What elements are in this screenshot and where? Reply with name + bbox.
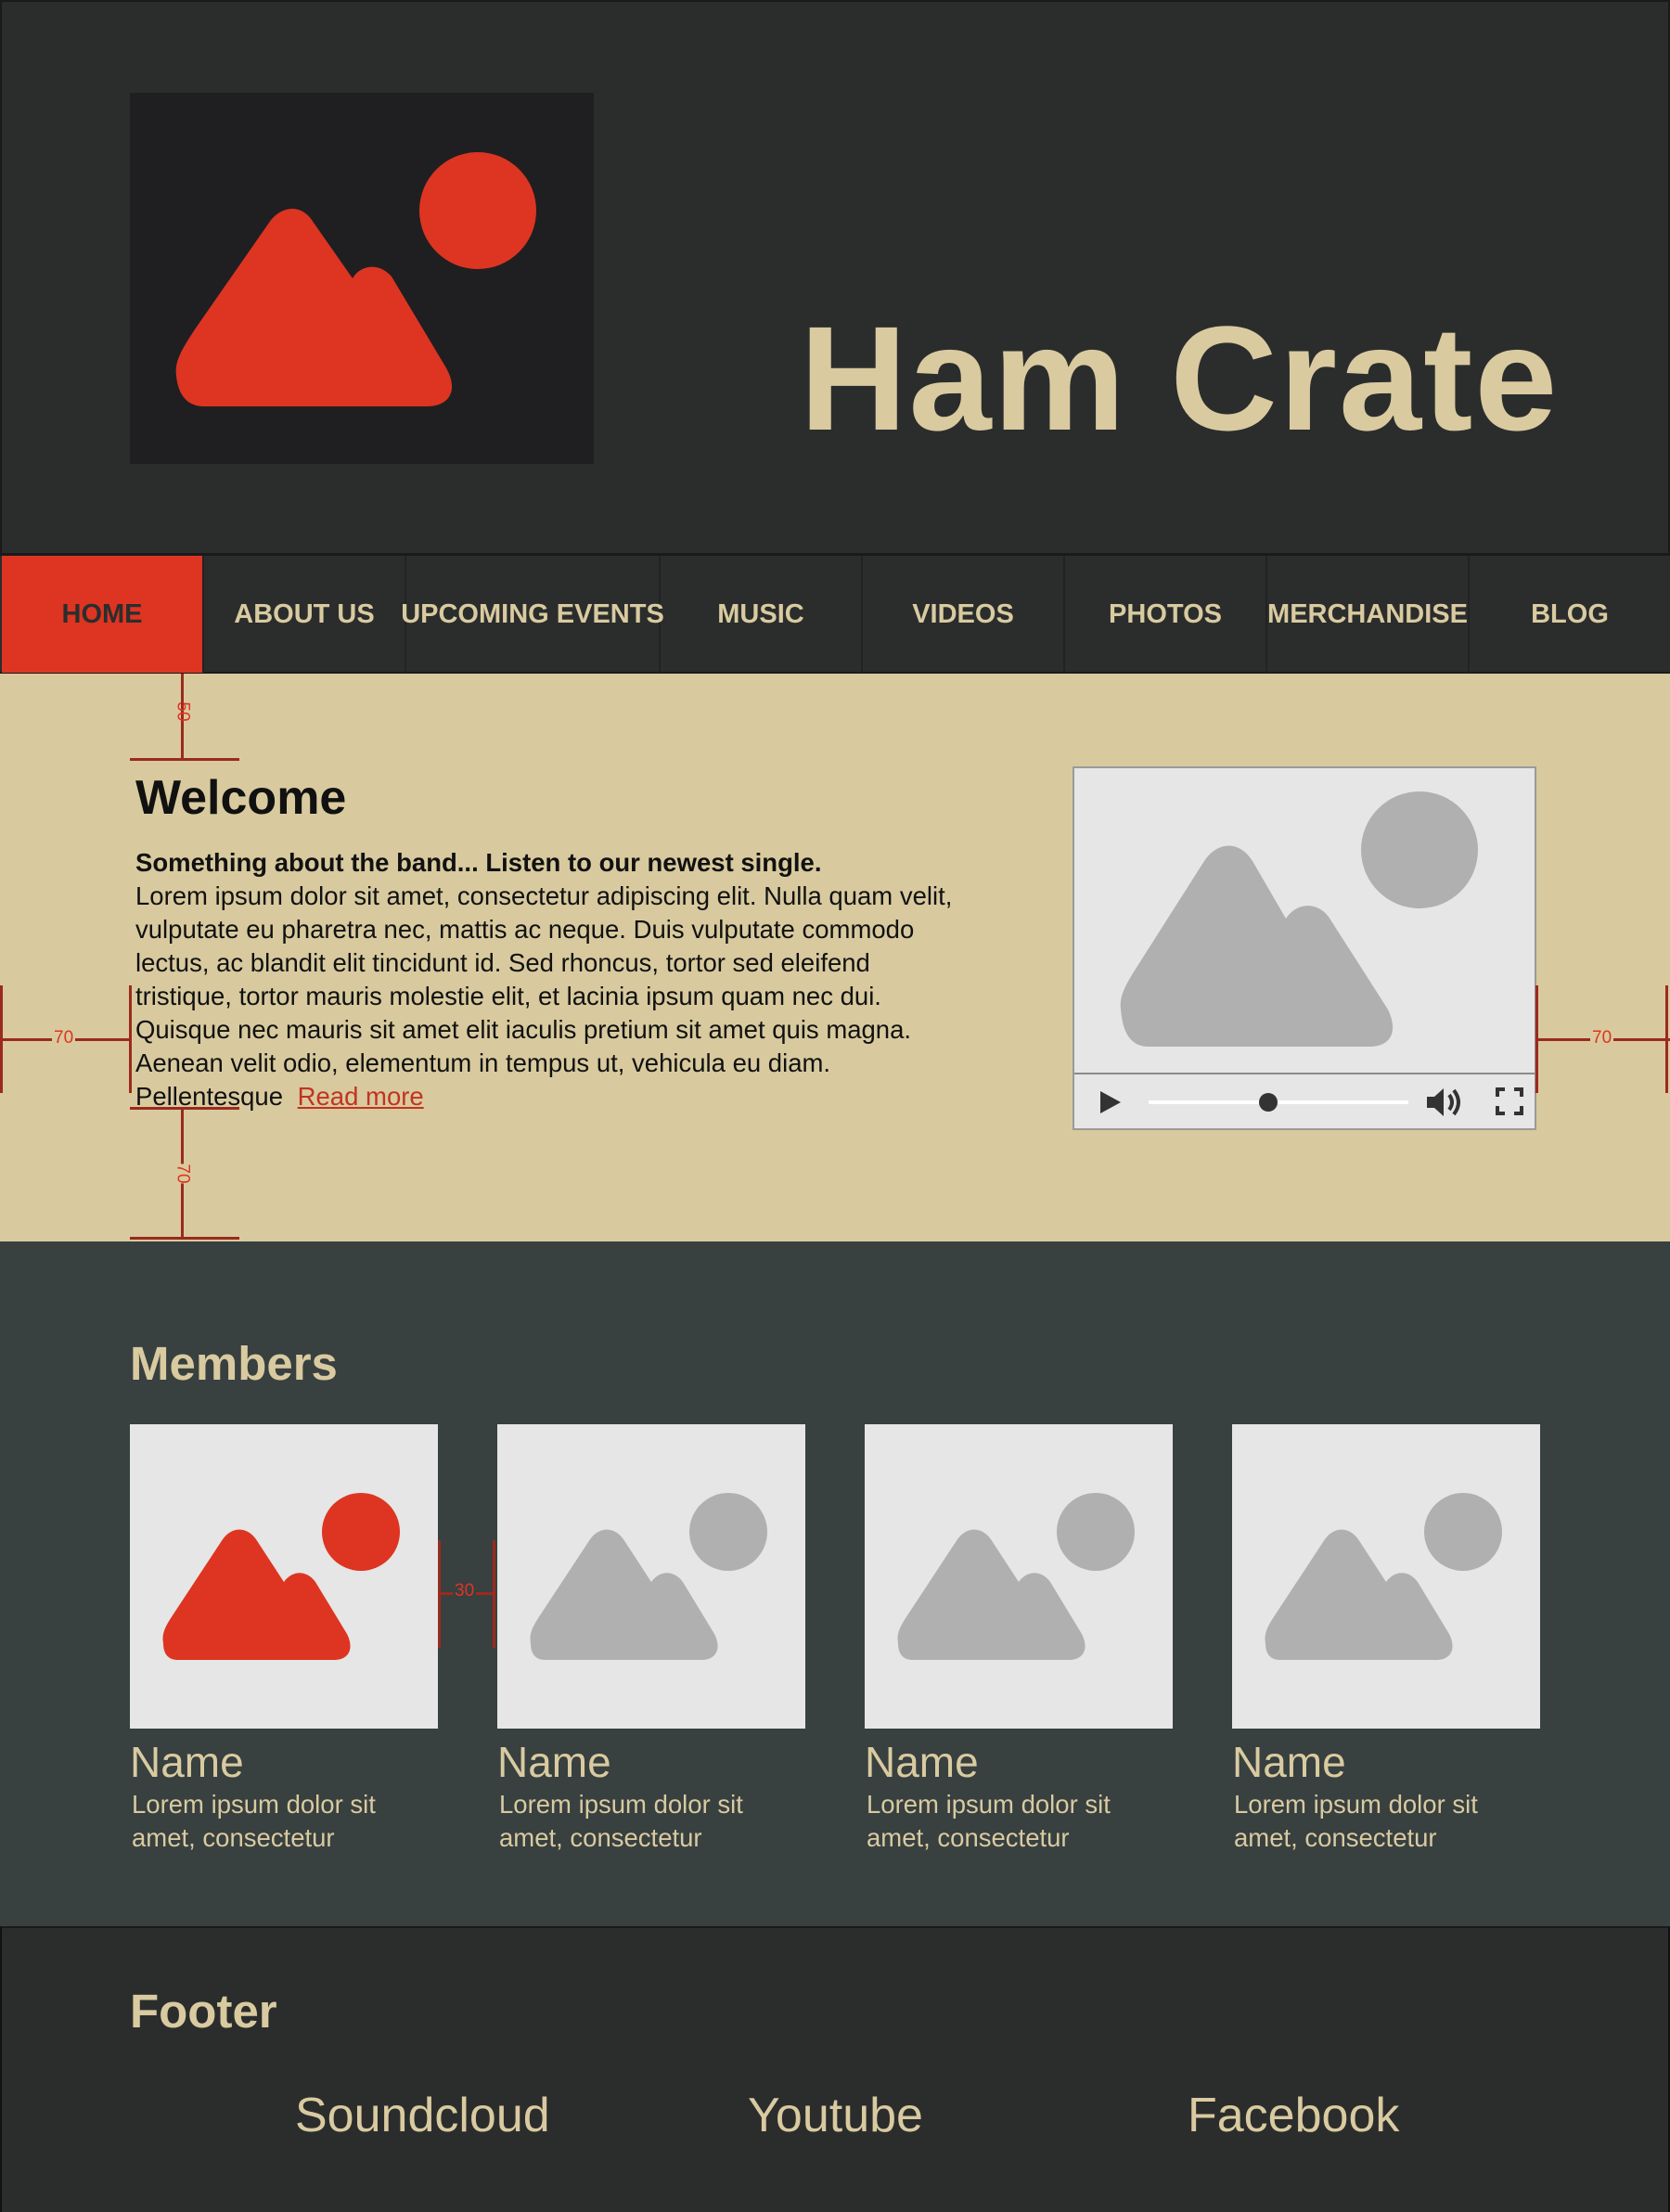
member-name: Name <box>497 1738 611 1786</box>
welcome-lead: Something about the band... Listen to ou… <box>135 848 822 877</box>
spacing-label-top: 50 <box>173 701 193 722</box>
play-icon[interactable] <box>1097 1089 1123 1115</box>
nav-item-music[interactable]: MUSIC <box>661 556 863 673</box>
video-player[interactable] <box>1073 766 1536 1130</box>
nav-item-upcoming-events[interactable]: UPCOMING EVENTS <box>401 556 664 673</box>
nav-item-home[interactable]: HOME <box>2 556 204 673</box>
footer-link-youtube[interactable]: Youtube <box>748 2088 923 2143</box>
main-nav: HOME ABOUT US UPCOMING EVENTS MUSIC VIDE… <box>0 555 1670 674</box>
member-description: Lorem ipsum dolor sit amet, consectetur <box>1234 1790 1478 1852</box>
fullscreen-icon[interactable] <box>1496 1087 1523 1115</box>
member-name: Name <box>1232 1738 1346 1786</box>
welcome-title: Welcome <box>135 771 347 825</box>
welcome-body: Lorem ipsum dolor sit amet, consectetur … <box>135 881 953 1111</box>
gap-label: 30 <box>453 1581 477 1601</box>
spacing-marker-left-cap-outer <box>0 985 3 1093</box>
member-card[interactable]: Name Lorem ipsum dolor sit amet, consect… <box>865 1424 1173 1855</box>
member-photo-placeholder-icon <box>865 1424 1173 1729</box>
video-controls <box>1074 1073 1535 1128</box>
member-description: Lorem ipsum dolor sit amet, consectetur <box>499 1790 743 1852</box>
footer-link-facebook[interactable]: Facebook <box>1188 2088 1399 2143</box>
member-photo-placeholder-icon <box>497 1424 805 1729</box>
member-card[interactable]: Name Lorem ipsum dolor sit amet, consect… <box>497 1424 805 1855</box>
spacing-marker-top-cap <box>130 758 239 761</box>
members-title: Members <box>130 1337 338 1390</box>
nav-item-blog[interactable]: BLOG <box>1470 556 1670 673</box>
seek-thumb[interactable] <box>1258 1093 1278 1112</box>
member-description: Lorem ipsum dolor sit amet, consectetur <box>867 1790 1111 1852</box>
nav-item-videos[interactable]: VIDEOS <box>863 556 1065 673</box>
spacing-marker-right-cap-inner <box>1535 985 1538 1093</box>
nav-item-photos[interactable]: PHOTOS <box>1065 556 1267 673</box>
site-footer <box>0 1926 1670 2212</box>
footer-title: Footer <box>130 1985 277 2038</box>
volume-icon[interactable] <box>1425 1086 1464 1119</box>
video-placeholder-icon <box>1120 791 1478 1047</box>
site-title: Ham Crate <box>800 295 1560 461</box>
member-name: Name <box>865 1738 979 1786</box>
spacing-marker-left-cap-inner <box>129 985 132 1093</box>
seek-bar[interactable] <box>1149 1100 1408 1104</box>
read-more-link[interactable]: Read more <box>298 1082 424 1111</box>
spacing-marker-bottom-cap-top <box>130 1107 239 1110</box>
footer-link-soundcloud[interactable]: Soundcloud <box>295 2088 550 2143</box>
member-description: Lorem ipsum dolor sit amet, consectetur <box>132 1790 376 1852</box>
logo-image-placeholder-icon[interactable] <box>130 93 594 464</box>
member-card[interactable]: Name Lorem ipsum dolor sit amet, consect… <box>1232 1424 1540 1855</box>
spacing-marker-bottom-cap <box>130 1237 239 1240</box>
nav-item-about-us[interactable]: ABOUT US <box>204 556 406 673</box>
nav-item-merchandise[interactable]: MERCHANDISE <box>1267 556 1470 673</box>
spacing-label-left: 70 <box>52 1028 76 1048</box>
spacing-marker-right-cap-outer <box>1665 985 1668 1093</box>
spacing-label-right: 70 <box>1590 1028 1614 1048</box>
member-photo-placeholder-icon <box>1232 1424 1540 1729</box>
member-card[interactable]: Name Lorem ipsum dolor sit amet, consect… <box>130 1424 438 1855</box>
member-photo-placeholder-icon <box>130 1424 438 1729</box>
member-name: Name <box>130 1738 244 1786</box>
welcome-text: Something about the band... Listen to ou… <box>135 846 970 1113</box>
spacing-label-bottom: 70 <box>172 1164 193 1184</box>
